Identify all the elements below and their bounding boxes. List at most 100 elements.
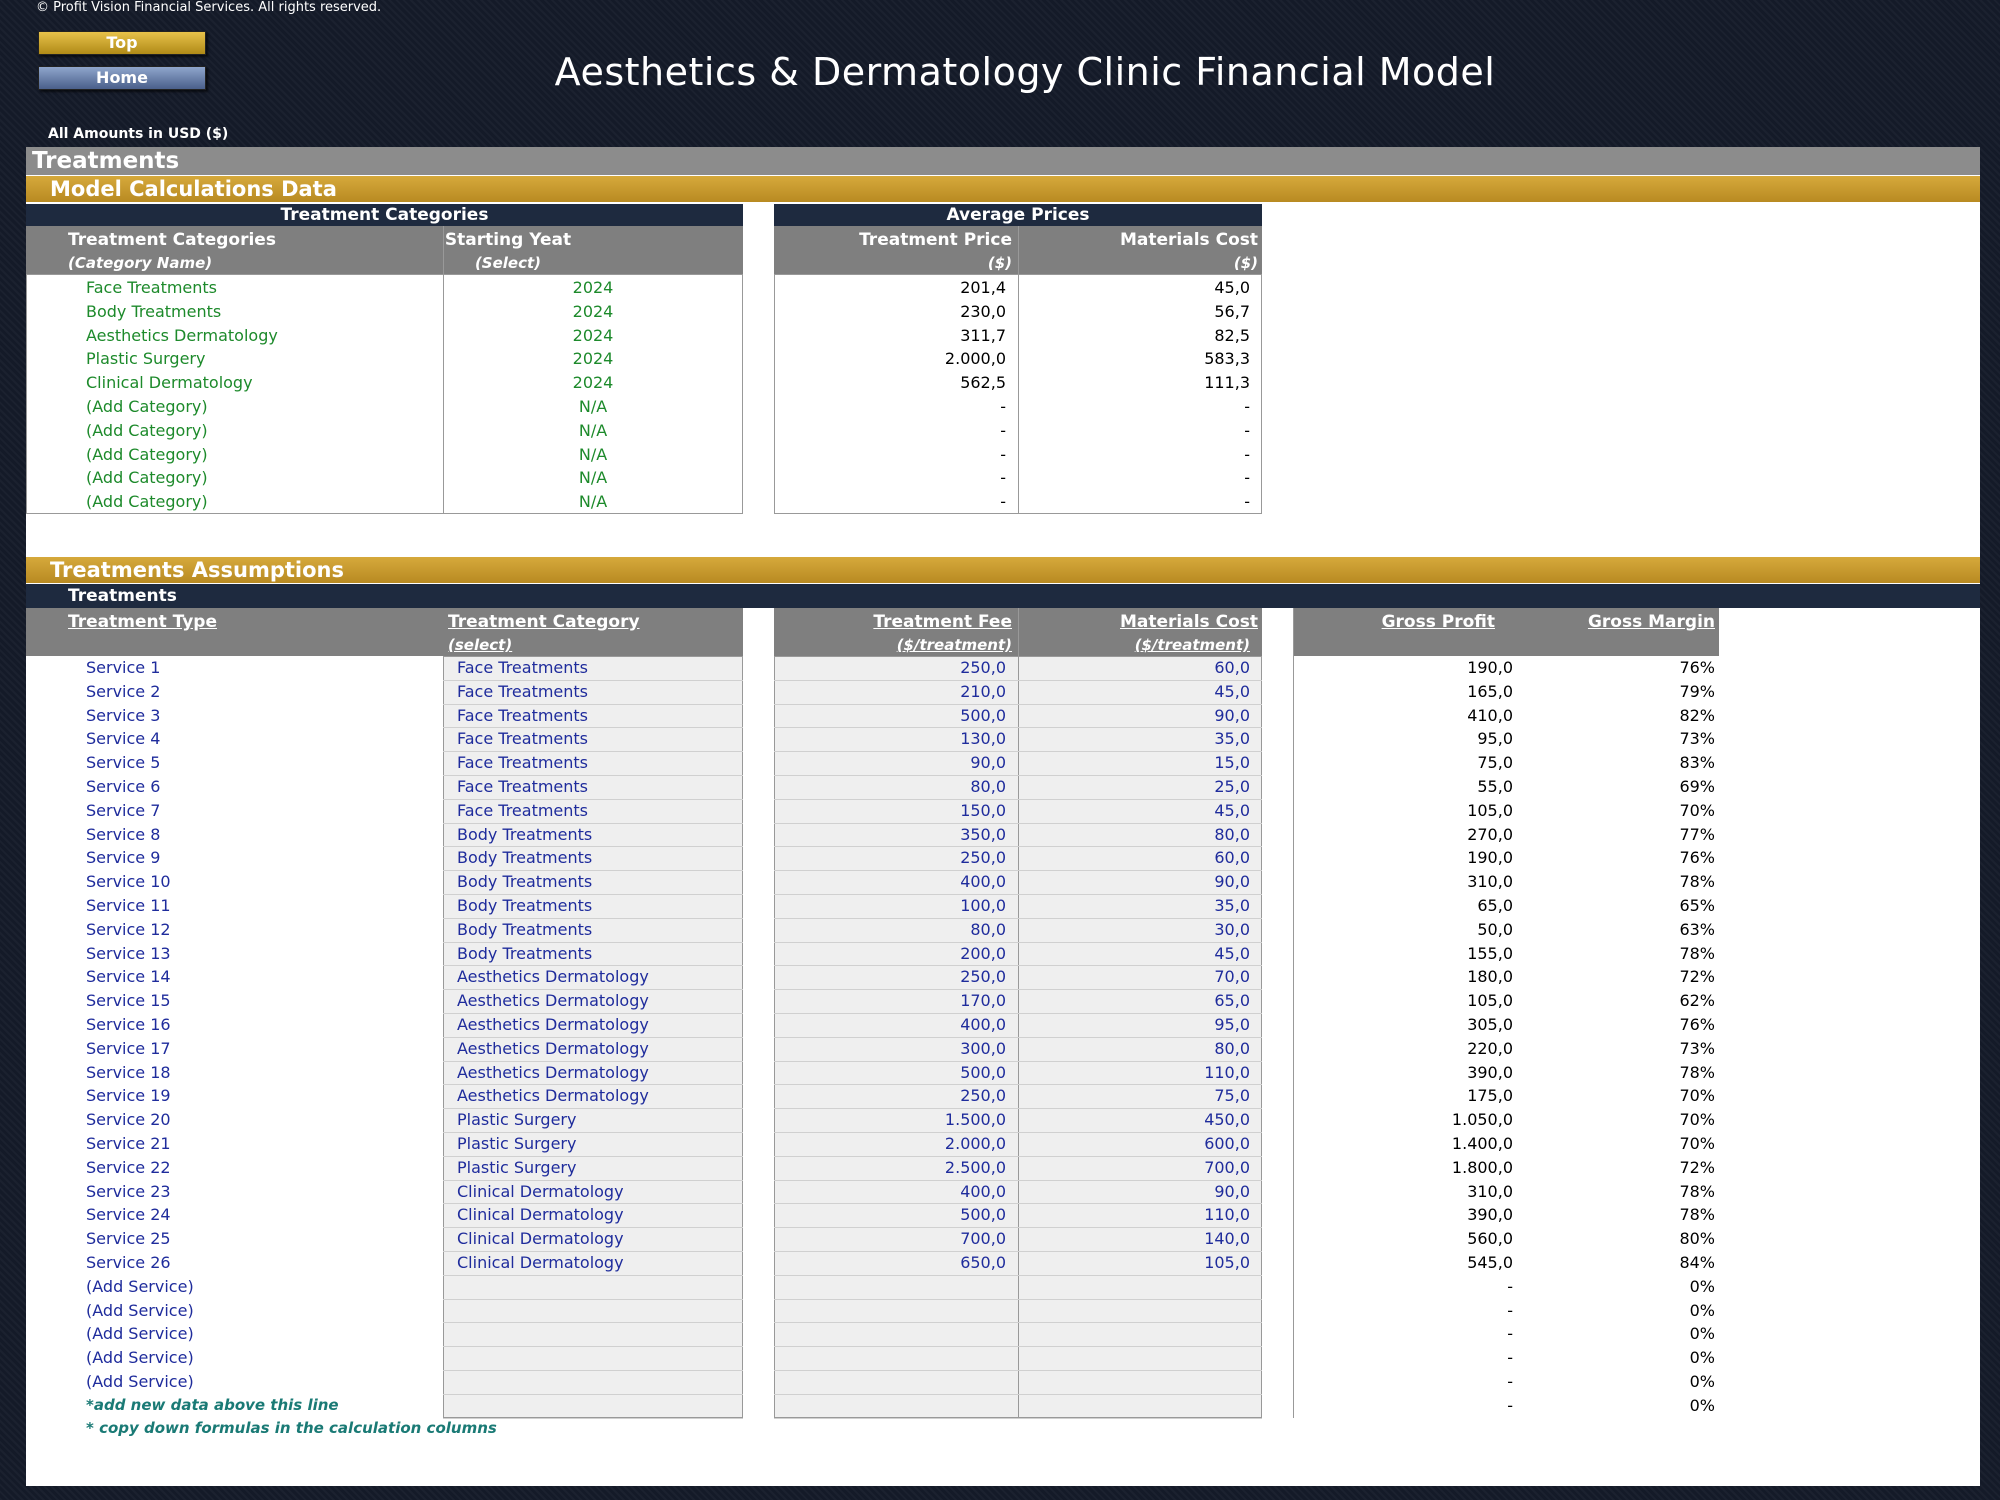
service-category-cell[interactable]: Body Treatments (457, 823, 592, 847)
service-materials-cost-cell[interactable]: 15,0 (1018, 751, 1250, 775)
service-type-cell[interactable]: Service 20 (86, 1108, 171, 1132)
treatment-fee-cell[interactable]: 250,0 (774, 846, 1006, 870)
treatment-fee-cell[interactable]: 2.500,0 (774, 1156, 1006, 1180)
service-type-cell[interactable]: Service 19 (86, 1084, 171, 1108)
service-type-cell[interactable]: Service 3 (86, 704, 160, 728)
service-type-cell[interactable]: Service 10 (86, 870, 171, 894)
service-category-cell[interactable]: Aesthetics Dermatology (457, 1061, 649, 1085)
category-name-cell[interactable]: (Add Category) (86, 395, 208, 419)
starting-year-cell[interactable]: N/A (443, 419, 743, 443)
service-type-cell[interactable]: Service 14 (86, 965, 171, 989)
service-materials-cost-cell[interactable]: 140,0 (1018, 1227, 1250, 1251)
service-type-cell[interactable]: (Add Service) (86, 1370, 194, 1394)
service-type-cell[interactable]: Service 13 (86, 942, 171, 966)
treatment-fee-cell[interactable]: 250,0 (774, 965, 1006, 989)
service-materials-cost-cell[interactable]: 45,0 (1018, 799, 1250, 823)
service-type-cell[interactable]: Service 24 (86, 1203, 171, 1227)
service-materials-cost-cell[interactable]: 450,0 (1018, 1108, 1250, 1132)
service-type-cell[interactable]: Service 6 (86, 775, 160, 799)
category-name-cell[interactable]: Face Treatments (86, 276, 217, 300)
service-category-cell[interactable]: Aesthetics Dermatology (457, 989, 649, 1013)
treatment-fee-cell[interactable]: 130,0 (774, 727, 1006, 751)
treatment-fee-cell[interactable]: 400,0 (774, 870, 1006, 894)
service-type-cell[interactable]: Service 25 (86, 1227, 171, 1251)
service-materials-cost-cell[interactable]: 110,0 (1018, 1203, 1250, 1227)
service-materials-cost-cell[interactable]: 35,0 (1018, 727, 1250, 751)
service-materials-cost-cell[interactable]: 80,0 (1018, 1037, 1250, 1061)
treatment-fee-cell[interactable]: 1.500,0 (774, 1108, 1006, 1132)
service-materials-cost-cell[interactable] (1018, 1322, 1250, 1346)
starting-year-cell[interactable]: N/A (443, 490, 743, 514)
treatment-fee-cell[interactable]: 200,0 (774, 942, 1006, 966)
service-materials-cost-cell[interactable]: 700,0 (1018, 1156, 1250, 1180)
service-materials-cost-cell[interactable]: 90,0 (1018, 1180, 1250, 1204)
category-name-cell[interactable]: (Add Category) (86, 466, 208, 490)
service-type-cell[interactable]: Service 23 (86, 1180, 171, 1204)
service-category-cell[interactable]: Aesthetics Dermatology (457, 1084, 649, 1108)
home-button[interactable]: Home (38, 66, 206, 90)
treatment-fee-cell[interactable]: 80,0 (774, 775, 1006, 799)
treatment-fee-cell[interactable]: 210,0 (774, 680, 1006, 704)
treatment-fee-cell[interactable]: 700,0 (774, 1227, 1006, 1251)
service-category-cell[interactable]: Clinical Dermatology (457, 1227, 624, 1251)
service-materials-cost-cell[interactable]: 90,0 (1018, 870, 1250, 894)
service-materials-cost-cell[interactable]: 600,0 (1018, 1132, 1250, 1156)
treatment-fee-cell[interactable]: 300,0 (774, 1037, 1006, 1061)
service-materials-cost-cell[interactable]: 60,0 (1018, 846, 1250, 870)
service-category-cell[interactable]: Plastic Surgery (457, 1156, 576, 1180)
service-category-cell[interactable]: Clinical Dermatology (457, 1251, 624, 1275)
treatment-fee-cell[interactable]: 500,0 (774, 704, 1006, 728)
service-type-cell[interactable]: Service 5 (86, 751, 160, 775)
service-type-cell[interactable]: Service 21 (86, 1132, 171, 1156)
treatment-fee-cell[interactable]: 90,0 (774, 751, 1006, 775)
service-type-cell[interactable]: Service 22 (86, 1156, 171, 1180)
service-category-cell[interactable]: Face Treatments (457, 727, 588, 751)
treatment-fee-cell[interactable]: 400,0 (774, 1180, 1006, 1204)
category-name-cell[interactable]: Body Treatments (86, 300, 221, 324)
treatment-fee-cell[interactable] (774, 1322, 1006, 1346)
service-category-cell[interactable]: Face Treatments (457, 704, 588, 728)
treatment-fee-cell[interactable]: 100,0 (774, 894, 1006, 918)
treatment-fee-cell[interactable] (774, 1346, 1006, 1370)
service-type-cell[interactable]: Service 9 (86, 846, 160, 870)
service-category-cell[interactable]: Clinical Dermatology (457, 1203, 624, 1227)
service-materials-cost-cell[interactable]: 80,0 (1018, 823, 1250, 847)
service-materials-cost-cell[interactable]: 65,0 (1018, 989, 1250, 1013)
starting-year-cell[interactable]: 2024 (443, 324, 743, 348)
service-category-cell[interactable]: Face Treatments (457, 656, 588, 680)
service-materials-cost-cell[interactable]: 45,0 (1018, 680, 1250, 704)
service-type-cell[interactable]: Service 17 (86, 1037, 171, 1061)
service-materials-cost-cell[interactable]: 95,0 (1018, 1013, 1250, 1037)
treatment-fee-cell[interactable]: 400,0 (774, 1013, 1006, 1037)
service-type-cell[interactable]: (Add Service) (86, 1322, 194, 1346)
service-materials-cost-cell[interactable]: 75,0 (1018, 1084, 1250, 1108)
service-materials-cost-cell[interactable] (1018, 1346, 1250, 1370)
service-materials-cost-cell[interactable] (1018, 1394, 1250, 1418)
treatment-fee-cell[interactable] (774, 1394, 1006, 1418)
service-category-cell[interactable]: Face Treatments (457, 680, 588, 704)
service-materials-cost-cell[interactable]: 60,0 (1018, 656, 1250, 680)
treatment-fee-cell[interactable]: 170,0 (774, 989, 1006, 1013)
service-type-cell[interactable]: Service 1 (86, 656, 160, 680)
service-category-cell[interactable]: Aesthetics Dermatology (457, 1013, 649, 1037)
service-type-cell[interactable]: Service 11 (86, 894, 171, 918)
service-materials-cost-cell[interactable]: 25,0 (1018, 775, 1250, 799)
starting-year-cell[interactable]: N/A (443, 395, 743, 419)
service-materials-cost-cell[interactable]: 70,0 (1018, 965, 1250, 989)
service-type-cell[interactable]: Service 16 (86, 1013, 171, 1037)
service-materials-cost-cell[interactable]: 105,0 (1018, 1251, 1250, 1275)
service-category-cell[interactable]: Body Treatments (457, 846, 592, 870)
starting-year-cell[interactable]: 2024 (443, 276, 743, 300)
service-type-cell[interactable]: Service 7 (86, 799, 160, 823)
service-type-cell[interactable]: Service 26 (86, 1251, 171, 1275)
service-type-cell[interactable]: (Add Service) (86, 1275, 194, 1299)
service-type-cell[interactable]: Service 8 (86, 823, 160, 847)
treatment-fee-cell[interactable]: 80,0 (774, 918, 1006, 942)
treatment-fee-cell[interactable]: 250,0 (774, 1084, 1006, 1108)
service-category-cell[interactable]: Body Treatments (457, 870, 592, 894)
service-materials-cost-cell[interactable]: 35,0 (1018, 894, 1250, 918)
starting-year-cell[interactable]: 2024 (443, 300, 743, 324)
service-category-cell[interactable]: Clinical Dermatology (457, 1180, 624, 1204)
service-category-cell[interactable]: Face Treatments (457, 799, 588, 823)
starting-year-cell[interactable]: N/A (443, 443, 743, 467)
